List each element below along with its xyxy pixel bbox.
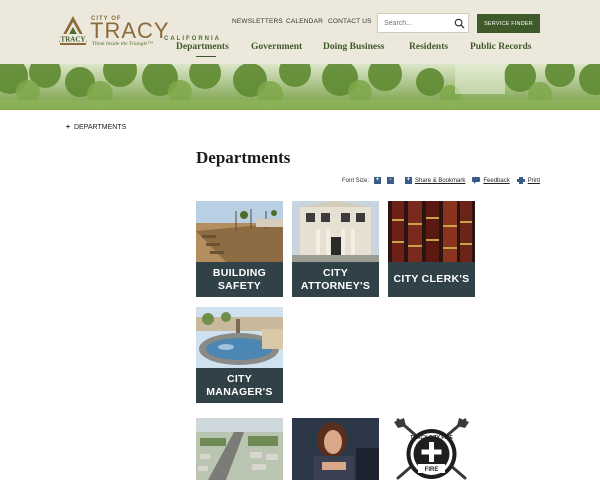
search-input[interactable] xyxy=(384,17,450,30)
fire-department-badge-icon: TRACY CITY FIRE FIRE xyxy=(394,418,469,480)
department-tile-fire[interactable]: TRACY CITY FIRE FIRE xyxy=(388,418,475,480)
tile-label: CITY ATTORNEY'S xyxy=(292,262,379,297)
tree-banner-image xyxy=(0,64,600,110)
building-safety-photo xyxy=(196,201,283,262)
service-finder-button[interactable]: SERVICE FINDER xyxy=(477,14,540,33)
nav-government[interactable]: Government xyxy=(251,42,302,52)
fire-badge-bottom-text: FIRE xyxy=(425,467,439,473)
page-tools: Font Size: + - + Share & Bookmark Feedba… xyxy=(342,177,540,184)
fire-badge-top-text: TRACY CITY FIRE xyxy=(410,435,453,441)
department-tile-aerial[interactable] xyxy=(196,418,283,480)
department-tile-city-attorneys[interactable]: CITY ATTORNEY'S xyxy=(292,201,379,297)
department-tile-city-clerks[interactable]: CITY CLERK'S xyxy=(388,201,475,297)
font-decrease-button[interactable]: - xyxy=(387,177,395,184)
city-attorney-photo xyxy=(292,201,379,262)
logo-tracy: TRACY xyxy=(90,18,170,43)
breadcrumb-departments[interactable]: DEPARTMENTS xyxy=(74,124,126,131)
search-box xyxy=(377,13,469,33)
breadcrumb: + DEPARTMENTS xyxy=(66,124,126,131)
feedback-link[interactable]: Feedback xyxy=(483,178,509,184)
city-clerk-photo xyxy=(388,201,475,262)
page-title: Departments xyxy=(196,148,291,167)
city-manager-photo xyxy=(196,307,283,368)
calendar-link[interactable]: CALENDAR xyxy=(286,18,323,25)
font-size-label: Font Size: xyxy=(342,177,370,184)
logo-mark-text: TRACY xyxy=(61,36,86,44)
department-tile-city-managers[interactable]: CITY MANAGER'S xyxy=(196,307,283,403)
nav-active-indicator xyxy=(196,56,216,57)
woman-at-desk-photo xyxy=(292,418,379,480)
nav-residents[interactable]: Residents xyxy=(409,42,448,52)
speech-bubble-icon xyxy=(472,177,481,184)
nav-departments[interactable]: Departments xyxy=(176,42,229,52)
plus-icon: + xyxy=(66,124,71,131)
department-tile-portrait[interactable] xyxy=(292,418,379,480)
print-link[interactable]: Print xyxy=(528,178,540,184)
site-header: TRACY CITY OF TRACY CALIFORNIA Think Ins… xyxy=(0,0,600,64)
tile-label: BUILDING SAFETY xyxy=(196,262,283,297)
tile-label: CITY CLERK'S xyxy=(388,262,475,297)
newsletters-link[interactable]: NEWSLETTERS xyxy=(232,18,283,25)
share-bookmark-link[interactable]: Share & Bookmark xyxy=(415,178,465,184)
department-tile-building-safety[interactable]: BUILDING SAFETY xyxy=(196,201,283,297)
contact-us-link[interactable]: CONTACT US xyxy=(328,18,372,25)
logo-tagline: Think Inside the Triangle™ xyxy=(92,41,153,47)
tracy-triangle-logo-icon: TRACY xyxy=(59,16,87,45)
tile-label: CITY MANAGER'S xyxy=(196,368,283,403)
plus-box-icon: + xyxy=(405,177,413,184)
aerial-city-photo xyxy=(196,418,283,480)
font-increase-button[interactable]: + xyxy=(374,177,382,184)
nav-doing-business[interactable]: Doing Business xyxy=(323,42,385,52)
printer-icon xyxy=(516,177,525,184)
search-icon[interactable] xyxy=(454,18,465,29)
nav-public-records[interactable]: Public Records xyxy=(470,42,531,52)
